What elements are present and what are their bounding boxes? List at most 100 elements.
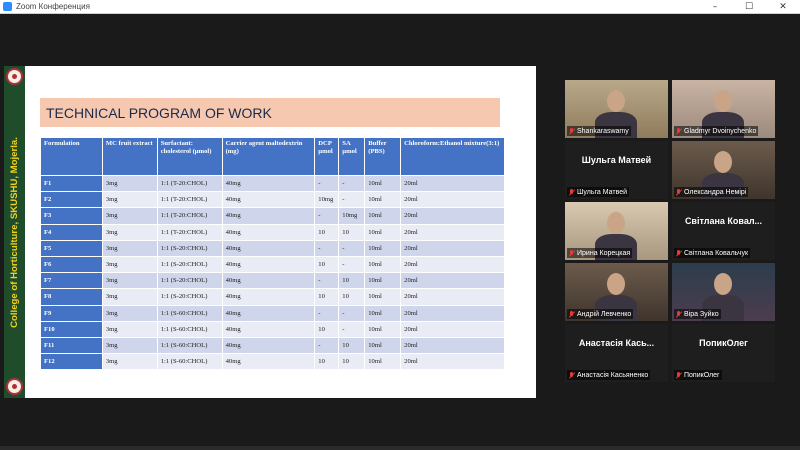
table-row: F1 3mg 1:1 (T-20:CHOL) 40mg - -10ml 20ml (40, 174, 505, 193)
participant-tile[interactable]: Ирина Корецкая (565, 202, 668, 260)
table-header-cell: Formulation (40, 137, 103, 176)
table-row: F7 3mg 1:1 (S-20:CHOL) 40mg -10 10ml 20ml (40, 272, 505, 290)
table-cell: 10ml (364, 191, 402, 209)
participant-display-name: Шульга Матвей (581, 155, 652, 165)
table-cell: 3mg (101, 272, 158, 290)
table-cell: - (338, 191, 366, 209)
table-cell: 10 (314, 288, 340, 306)
participant-tile[interactable]: ПопикОлег ПопикОлег (672, 324, 775, 382)
table-cell: 10 (314, 320, 340, 338)
table-header-cell: MC fruit extract (101, 137, 158, 176)
table-cell: 3mg (101, 304, 158, 322)
shared-screen[interactable]: College of Horticulture, SKUSHU, Mojerla… (4, 66, 536, 398)
table-cell: 1:1 (S-60:CHOL) (156, 336, 223, 355)
muted-mic-icon (676, 127, 682, 135)
table-cell: 10ml (364, 288, 402, 306)
window-controls: – ☐ ✕ (698, 0, 800, 14)
participant-tile[interactable]: Олександра Немірі (672, 141, 775, 199)
sidebar-college-text: College of Horticulture, SKUSHU, Mojerla… (9, 136, 20, 328)
participant-name-label: Анастасія Касьяненко (567, 370, 651, 380)
participant-name: Shankaraswamy (577, 127, 629, 135)
table-cell: 40mg (221, 336, 316, 355)
participant-face (714, 273, 732, 295)
participant-face (714, 151, 732, 173)
participant-display-name: Анастасія Кась... (578, 338, 655, 348)
table-cell: 10ml (364, 223, 402, 241)
table-cell: 20ml (400, 239, 505, 257)
participant-name-label: Андрій Левченко (567, 309, 634, 319)
table-cell: 1:1 (T-20:CHOL) (156, 191, 223, 209)
participant-display-name: ПопикОлег (699, 338, 748, 348)
participant-tile[interactable]: Анастасія Кась... Анастасія Касьяненко (565, 324, 668, 382)
table-cell: 40mg (221, 255, 316, 274)
table-cell: 10ml (364, 304, 402, 322)
table-cell: 10ml (364, 174, 402, 193)
table-cell: 20ml (400, 288, 505, 306)
table-cell: - (314, 272, 340, 290)
participant-tile[interactable]: Gladmyr Dvoinychenko (672, 80, 775, 138)
participant-face (607, 273, 625, 295)
table-row: F11 3mg 1:1 (S-60:CHOL) 40mg -10 10ml 20ml (40, 336, 505, 355)
table-cell: 40mg (221, 288, 316, 306)
participant-name-label: Shankaraswamy (567, 126, 631, 136)
table-cell: 10ml (364, 207, 402, 225)
slide-sidebar: College of Horticulture, SKUSHU, Mojerla… (4, 66, 25, 398)
table-cell: 10mg (314, 191, 340, 209)
participant-name-label: Віра Зуйко (674, 309, 721, 319)
table-row: F12 3mg 1:1 (S-60:CHOL) 40mg 10 10 10ml 20ml (40, 353, 505, 371)
participant-name: Шульга Матвей (577, 188, 628, 196)
table-cell: - (314, 174, 340, 193)
muted-mic-icon (676, 310, 682, 318)
participant-name: Олександра Немірі (684, 188, 747, 196)
formulation-id-cell: F11 (40, 336, 103, 355)
table-cell: 10 (338, 353, 366, 371)
formulation-id-cell: F6 (40, 255, 103, 274)
formulation-id-cell: F9 (40, 304, 103, 322)
table-header-cell: Surfactant: cholesterol (µmol) (156, 137, 223, 176)
table-cell: 40mg (221, 272, 316, 290)
table-cell: 3mg (101, 207, 158, 225)
table-cell: 3mg (101, 320, 158, 338)
participant-tile[interactable]: Шульга Матвей Шульга Матвей (565, 141, 668, 199)
table-cell: 20ml (400, 272, 505, 290)
minimize-button[interactable]: – (698, 0, 732, 14)
table-cell: 40mg (221, 320, 316, 338)
table-cell: - (338, 239, 366, 257)
table-cell: 40mg (221, 304, 316, 322)
table-cell: 20ml (400, 353, 505, 371)
table-cell: 10 (338, 223, 366, 241)
participant-tile[interactable]: Віра Зуйко (672, 263, 775, 321)
table-cell: 20ml (400, 174, 505, 193)
participant-tile[interactable]: Андрій Левченко (565, 263, 668, 321)
bottom-edge (0, 446, 800, 450)
participant-name: ПопикОлег (684, 371, 720, 379)
formulation-id-cell: F3 (40, 207, 103, 225)
table-cell: 40mg (221, 174, 316, 193)
table-cell: 10 (314, 353, 340, 371)
table-cell: - (314, 239, 340, 257)
table-row: F2 3mg 1:1 (T-20:CHOL) 40mg 10mg -10ml 20ml (40, 191, 505, 209)
participant-name: Анастасія Касьяненко (577, 371, 649, 379)
table-cell: 3mg (101, 353, 158, 371)
participant-name-label: Олександра Немірі (674, 187, 749, 197)
formulation-id-cell: F10 (40, 320, 103, 338)
table-header-cell: SA µmol (338, 137, 366, 176)
table-header-cell: DCP µmol (314, 137, 340, 176)
table-cell: 20ml (400, 207, 505, 225)
slide-heading: TECHNICAL PROGRAM OF WORK (40, 98, 500, 127)
table-cell: 10 (338, 288, 366, 306)
muted-mic-icon (569, 188, 575, 196)
table-cell: 20ml (400, 320, 505, 338)
table-cell: - (338, 304, 366, 322)
table-cell: 1:1 (S-60:CHOL) (156, 304, 223, 322)
sidebar-text-container: College of Horticulture, SKUSHU, Mojerla… (5, 86, 24, 378)
maximize-button[interactable]: ☐ (732, 0, 766, 14)
table-cell: 10ml (364, 353, 402, 371)
close-button[interactable]: ✕ (766, 0, 800, 14)
participant-tile[interactable]: Shankaraswamy (565, 80, 668, 138)
participant-tile[interactable]: Світлана Ковал... Світлана Ковальчук (672, 202, 775, 260)
table-cell: 1:1 (S-20:CHOL) (156, 239, 223, 257)
table-cell: 3mg (101, 174, 158, 193)
table-cell: 20ml (400, 336, 505, 355)
window-title: Zoom Конференция (16, 2, 90, 11)
